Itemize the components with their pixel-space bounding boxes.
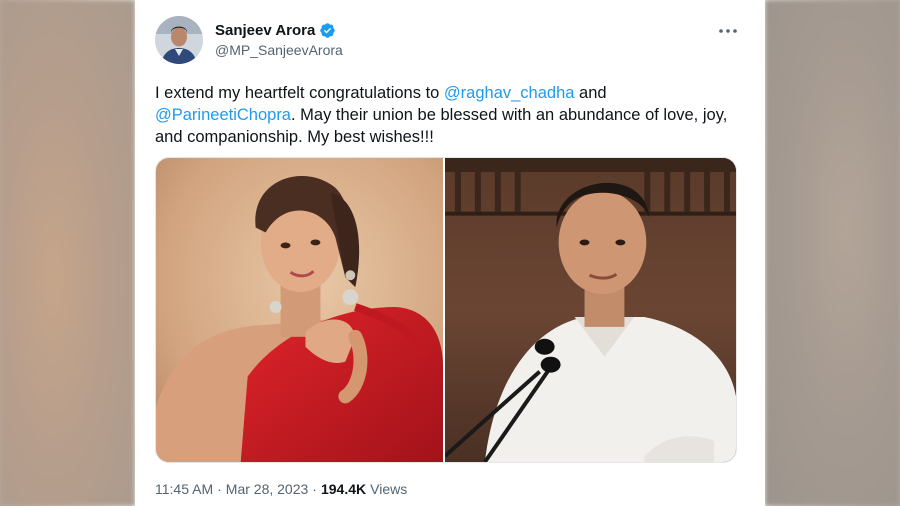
views-label: Views bbox=[370, 481, 408, 497]
avatar[interactable] bbox=[155, 16, 203, 64]
author-name-row: Sanjeev Arora bbox=[215, 22, 336, 39]
meta-separator: · bbox=[217, 481, 222, 497]
tweet-header: Sanjeev Arora @MP_SanjeevArora bbox=[155, 16, 745, 68]
mention-link-raghav[interactable]: @raghav_chadha bbox=[444, 84, 575, 102]
meta-separator: · bbox=[312, 481, 317, 497]
background-left bbox=[0, 0, 135, 506]
views-count: 194.4K bbox=[320, 481, 367, 497]
tweet-card: Sanjeev Arora @MP_SanjeevArora I extend … bbox=[135, 0, 765, 506]
tweet-text: I extend my heartfelt congratulations to… bbox=[155, 82, 745, 148]
tweet-text-part: and bbox=[574, 84, 607, 102]
tweet-date[interactable]: Mar 28, 2023 bbox=[226, 481, 309, 497]
author-handle[interactable]: @MP_SanjeevArora bbox=[215, 42, 343, 58]
tweet-text-part: I extend my heartfelt congratulations to bbox=[155, 84, 444, 102]
more-options-icon[interactable] bbox=[717, 22, 739, 40]
tweet-media[interactable] bbox=[155, 157, 737, 463]
tweet-time[interactable]: 11:45 AM bbox=[155, 481, 213, 497]
photo-woman-red-dress[interactable] bbox=[156, 158, 443, 462]
tweet-meta: 11:45 AM · Mar 28, 2023 · 194.4K Views bbox=[155, 481, 407, 497]
mention-link-parineeti[interactable]: @ParineetiChopra bbox=[155, 106, 291, 124]
verified-badge-icon bbox=[319, 22, 336, 39]
background-right bbox=[765, 0, 900, 506]
author-display-name[interactable]: Sanjeev Arora bbox=[215, 22, 315, 39]
photo-man-microphone[interactable] bbox=[445, 158, 736, 462]
